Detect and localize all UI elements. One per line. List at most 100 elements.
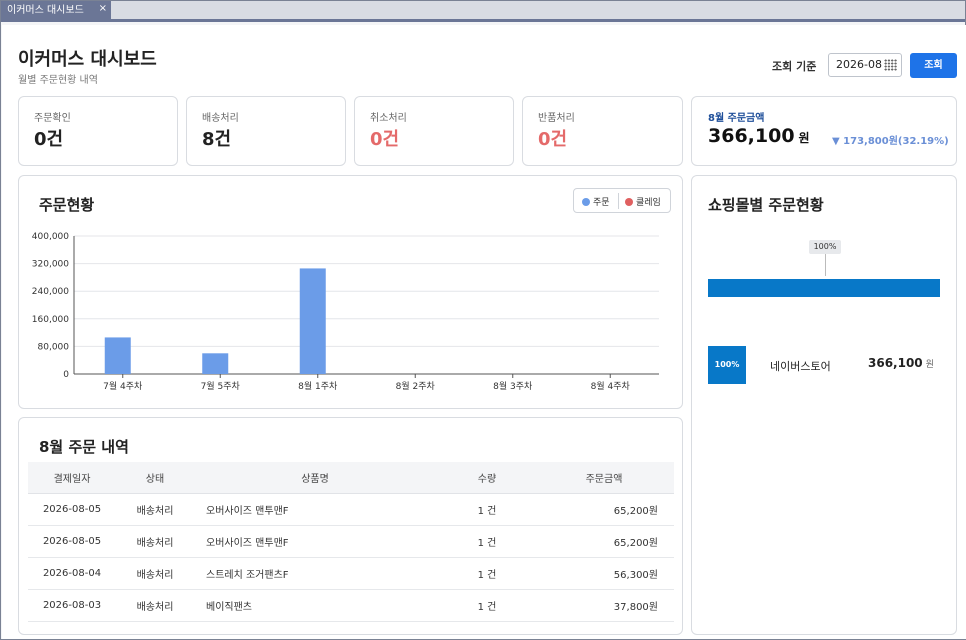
stat-label: 배송처리 [202,113,239,124]
bar-주문-7월 4주차[interactable] [104,337,131,374]
cell-qty: 1 건 [424,493,550,526]
table-row[interactable]: 2026-08-05 배송처리 오버사이즈 맨투맨F 1 건 65,200원 [28,493,674,526]
bar-주문-8월 1주차[interactable] [299,268,326,374]
cell-date: 2026-08-05 [28,493,116,526]
cell-amount: 37,800원 [550,589,674,622]
col-header-status: 상태 [116,462,194,494]
mall-amount-number: 366,100 [868,356,923,370]
stat-card-return: 반품처리 0건 [522,96,683,166]
table-row[interactable]: 2026-08-03 배송처리 베이직팬츠 1 건 37,800원 [28,589,674,622]
chart-legend: 주문 클레임 [573,188,671,213]
legend-dot-order [582,198,590,206]
legend-item-claim[interactable]: 클레임 [625,195,661,208]
amount-unit: 원 [798,131,810,145]
x-tick-label: 7월 5주차 [201,380,241,392]
order-list-title: 8월 주문 내역 [39,438,129,456]
y-tick-label: 0 [63,370,69,380]
order-status-chart-card: 주문현황 주문 클레임 0 80,000 160,000 240,000 320,000… [18,175,683,409]
order-bar-chart: 0 80,000 160,000 240,000 320,000 400,000 7월 4주… [32,232,659,392]
app-window: 이커머스 대시보드 × 이커머스 대시보드 월별 주문현황 내역 조회 기준 2… [0,0,966,640]
stat-label: 취소처리 [370,113,407,124]
col-header-date: 결제일자 [28,462,116,494]
x-tick-label: 8월 3주차 [493,380,533,392]
cell-product: 오버사이즈 맨투맨F [194,493,424,526]
cell-status: 배송처리 [116,525,194,558]
y-tick-label: 240,000 [32,287,69,297]
col-header-product: 상품명 [194,462,424,494]
stat-value: 0건 [538,129,568,150]
stat-value: 8건 [202,129,232,150]
x-tick-label: 7월 4주차 [103,380,143,392]
query-button[interactable]: 조회 [910,53,957,78]
month-value: 2026-08 [836,58,882,71]
x-tick-label: 8월 1주차 [298,380,338,392]
amount-value: 366,100 원 [708,125,810,147]
mall-percent-tag: 100% [809,240,841,254]
legend-item-order[interactable]: 주문 [582,195,610,208]
y-tick-label: 160,000 [32,315,69,325]
y-tick-label: 80,000 [38,342,70,352]
col-header-amount: 주문금액 [550,462,674,494]
cell-product: 오버사이즈 맨투맨F [194,525,424,558]
amount-number: 366,100 [708,125,795,147]
cell-qty: 1 건 [424,557,550,590]
order-table: 결제일자 상태 상품명 수량 주문금액 2026-08-05 배송처리 오버사이… [28,462,674,622]
cell-status: 배송처리 [116,557,194,590]
tab-bar: 이커머스 대시보드 × [1,1,965,22]
x-tick-label: 8월 4주차 [591,380,631,392]
chart-title: 주문현황 [39,196,95,214]
filter-label: 조회 기준 [772,60,817,73]
legend-label: 주문 [593,198,610,208]
stat-label: 반품처리 [538,113,575,124]
close-icon[interactable]: × [99,0,107,19]
mall-amount: 366,100 원 [868,356,934,370]
col-header-qty: 수량 [424,462,550,494]
x-tick-label: 8월 2주차 [396,380,436,392]
legend-label: 클레임 [636,198,661,208]
cell-product: 스트레치 조거팬츠F [194,557,424,590]
cell-amount: 65,200원 [550,493,674,526]
cell-status: 배송처리 [116,589,194,622]
dashboard-content: 이커머스 대시보드 월별 주문현황 내역 조회 기준 2026-08 조회 주문… [2,25,966,639]
amount-label: 8월 주문금액 [708,113,765,124]
stat-card-cancel: 취소처리 0건 [354,96,514,166]
cell-date: 2026-08-04 [28,557,116,590]
cell-product: 베이직팬츠 [194,589,424,622]
y-tick-label: 320,000 [32,260,69,270]
calendar-icon[interactable] [884,59,897,71]
table-header-row: 결제일자 상태 상품명 수량 주문금액 [28,462,674,494]
amount-delta: ▼ 173,800원(32.19%) [832,136,949,147]
page-title: 이커머스 대시보드 [18,49,157,70]
tab-label: 이커머스 대시보드 [7,5,84,16]
stat-value: 0건 [370,129,400,150]
cell-amount: 65,200원 [550,525,674,558]
stat-label: 주문확인 [34,113,71,124]
monthly-amount-card: 8월 주문금액 366,100 원 ▼ 173,800원(32.19%) [691,96,957,166]
mall-percent-pointer [825,254,826,276]
mall-share-bar-fill[interactable] [708,279,940,297]
page-subtitle: 월별 주문현황 내역 [18,75,98,86]
mall-order-status-card: 쇼핑몰별 주문현황 100% 100% 네이버스토어 366,100 원 [691,175,957,635]
cell-qty: 1 건 [424,525,550,558]
mall-name: 네이버스토어 [770,360,831,373]
legend-divider [618,193,619,209]
y-tick-label: 400,000 [32,232,69,242]
month-picker-input[interactable]: 2026-08 [828,53,902,77]
legend-dot-claim [625,198,633,206]
cell-qty: 1 건 [424,589,550,622]
tab-ecommerce-dashboard[interactable]: 이커머스 대시보드 × [1,1,111,22]
mall-title: 쇼핑몰별 주문현황 [708,196,824,214]
stat-value: 0건 [34,129,64,150]
bar-주문-7월 5주차[interactable] [202,353,229,374]
table-row[interactable]: 2026-08-04 배송처리 스트레치 조거팬츠F 1 건 56,300원 [28,557,674,590]
cell-status: 배송처리 [116,493,194,526]
stat-card-order-confirm: 주문확인 0건 [18,96,178,166]
mall-amount-unit: 원 [925,360,934,370]
mall-share-bar: 100% [708,238,940,300]
cell-date: 2026-08-03 [28,589,116,622]
order-list-card: 8월 주문 내역 결제일자 상태 상품명 수량 주문금액 2026-08-05 … [18,417,683,635]
cell-amount: 56,300원 [550,557,674,590]
table-row[interactable]: 2026-08-05 배송처리 오버사이즈 맨투맨F 1 건 65,200원 [28,525,674,558]
stat-card-shipping: 배송처리 8건 [186,96,346,166]
mall-share-swatch: 100% [708,346,746,384]
